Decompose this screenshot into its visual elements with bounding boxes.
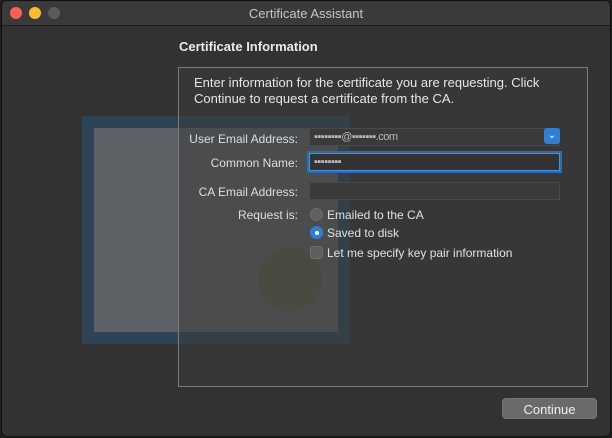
chevron-down-icon[interactable]: ⌄ <box>544 128 560 144</box>
common-name-field[interactable]: ▪▪▪▪▪▪▪▪ <box>309 153 560 171</box>
common-name-label: Common Name: <box>210 156 298 170</box>
continue-button[interactable]: Continue <box>502 398 597 419</box>
user-email-combobox[interactable]: ▪▪▪▪▪▪▪▪@▪▪▪▪▪▪▪.com <box>309 128 560 146</box>
saved-to-disk-radio[interactable] <box>310 226 323 239</box>
emailed-to-ca-label[interactable]: Emailed to the CA <box>327 208 424 222</box>
certificate-assistant-window: Certificate Assistant Certificate Inform… <box>1 0 611 437</box>
keypair-checkbox[interactable] <box>310 246 323 259</box>
ca-email-field[interactable] <box>309 182 560 200</box>
ca-email-label: CA Email Address: <box>198 185 298 199</box>
saved-to-disk-label[interactable]: Saved to disk <box>327 226 399 240</box>
window-title: Certificate Assistant <box>248 6 364 21</box>
emailed-to-ca-radio[interactable] <box>310 208 323 221</box>
intro-text: Enter information for the certificate yo… <box>194 75 540 106</box>
user-email-value: ▪▪▪▪▪▪▪▪@▪▪▪▪▪▪▪.com <box>314 131 398 143</box>
section-title: Certificate Information <box>179 39 318 54</box>
keypair-label[interactable]: Let me specify key pair information <box>327 246 512 260</box>
common-name-value: ▪▪▪▪▪▪▪▪ <box>314 156 342 168</box>
user-email-label: User Email Address: <box>189 132 298 146</box>
title-bar[interactable]: Certificate Assistant <box>2 1 610 26</box>
request-is-label: Request is: <box>237 208 298 222</box>
